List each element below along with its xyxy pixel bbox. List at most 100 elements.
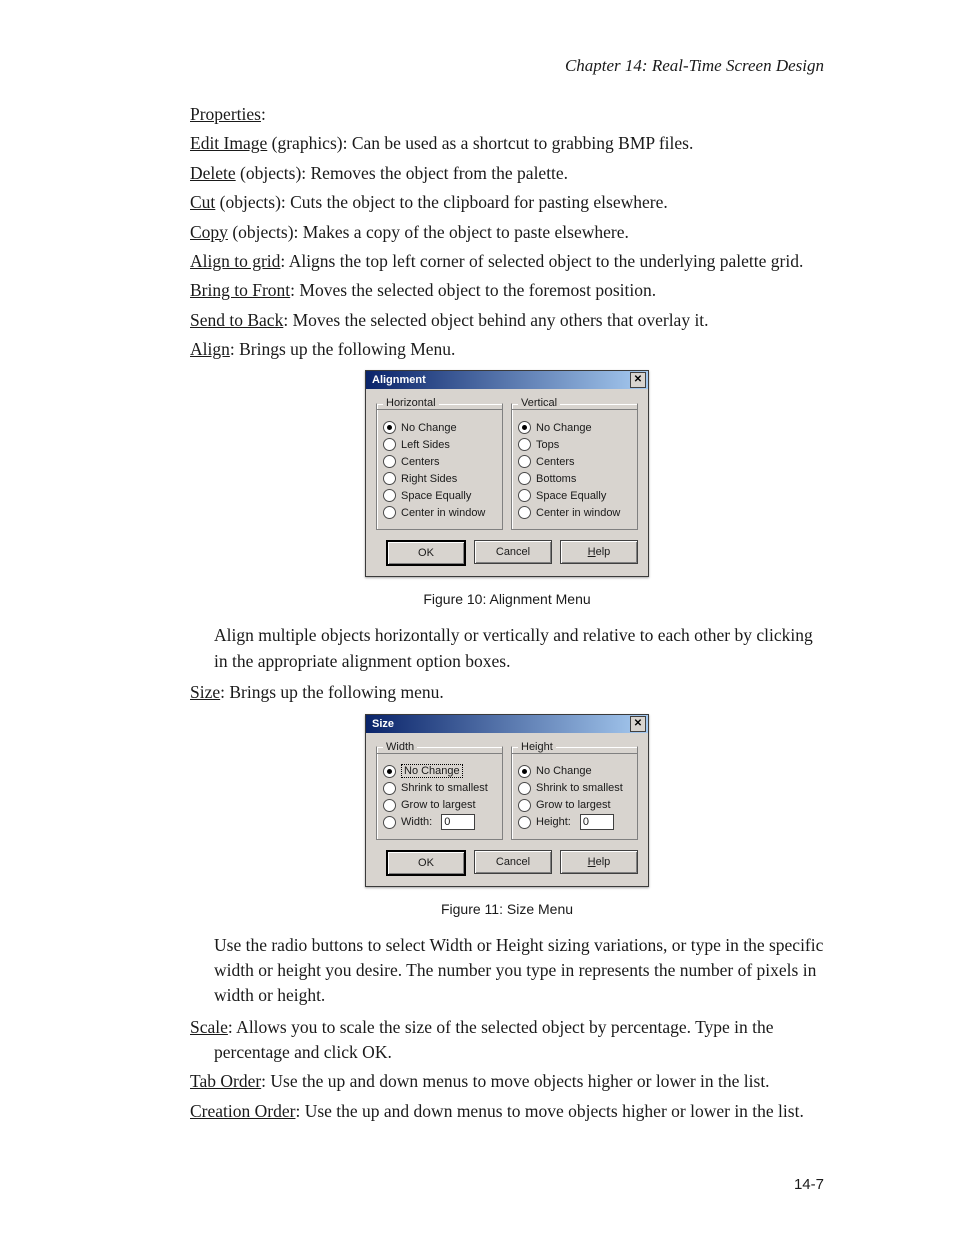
cancel-button[interactable]: Cancel <box>474 540 552 564</box>
definition-text: : Aligns the top left corner of selected… <box>280 251 803 271</box>
radio-option[interactable]: Center in window <box>383 504 496 521</box>
definition-term: Creation Order <box>190 1101 295 1121</box>
definition-text: (objects): Removes the object from the p… <box>236 163 568 183</box>
radio-option[interactable]: No Change <box>383 419 496 436</box>
definition-item: Align: Brings up the following Menu. <box>190 337 824 362</box>
radio-icon[interactable] <box>518 765 531 778</box>
radio-option[interactable]: Space Equally <box>518 487 631 504</box>
definition-text: : Allows you to scale the size of the se… <box>214 1017 774 1062</box>
definition-text: : Moves the selected object behind any o… <box>283 310 708 330</box>
radio-label: Center in window <box>536 507 620 519</box>
radio-option[interactable]: Centers <box>518 453 631 470</box>
definition-term: Align <box>190 339 230 359</box>
definition-item: Copy (objects): Makes a copy of the obje… <box>190 220 824 245</box>
definition-term: Scale <box>190 1017 228 1037</box>
radio-option[interactable]: No Change <box>383 763 496 780</box>
height-value-row[interactable]: Height: 0 <box>518 814 631 831</box>
cancel-button[interactable]: Cancel <box>474 850 552 874</box>
definition-term: Tab Order <box>190 1071 261 1091</box>
radio-label: Left Sides <box>401 439 450 451</box>
radio-icon[interactable] <box>383 799 396 812</box>
radio-label: No Change <box>401 422 457 434</box>
height-input[interactable]: 0 <box>580 814 614 830</box>
radio-option[interactable]: Tops <box>518 436 631 453</box>
radio-label: No Change <box>536 765 592 777</box>
radio-icon[interactable] <box>518 472 531 485</box>
definition-term: Cut <box>190 192 215 212</box>
definition-item: Scale: Allows you to scale the size of t… <box>190 1015 824 1066</box>
width-legend: Width <box>383 741 417 753</box>
definition-item: Cut (objects): Cuts the object to the cl… <box>190 190 824 215</box>
definition-term: Bring to Front <box>190 280 290 300</box>
radio-label: Grow to largest <box>401 799 476 811</box>
radio-option[interactable]: Right Sides <box>383 470 496 487</box>
radio-option[interactable]: No Change <box>518 763 631 780</box>
radio-icon[interactable] <box>518 506 531 519</box>
radio-icon[interactable] <box>383 455 396 468</box>
radio-option[interactable]: Space Equally <box>383 487 496 504</box>
ok-button[interactable]: OK <box>386 540 466 566</box>
figure-10-caption: Figure 10: Alignment Menu <box>190 591 824 607</box>
definition-list-trailing: Scale: Allows you to scale the size of t… <box>190 1015 824 1125</box>
radio-icon[interactable] <box>518 799 531 812</box>
radio-icon[interactable] <box>518 782 531 795</box>
definition-text: (objects): Cuts the object to the clipbo… <box>215 192 667 212</box>
horizontal-group: Horizontal No ChangeLeft SidesCentersRig… <box>376 397 503 530</box>
radio-option[interactable]: Shrink to smallest <box>518 780 631 797</box>
width-value-row[interactable]: Width: 0 <box>383 814 496 831</box>
definition-term: Copy <box>190 222 228 242</box>
radio-label: Space Equally <box>401 490 471 502</box>
radio-icon[interactable] <box>383 472 396 485</box>
definition-item: Tab Order: Use the up and down menus to … <box>190 1069 824 1094</box>
radio-option[interactable]: Left Sides <box>383 436 496 453</box>
radio-label: Bottoms <box>536 473 576 485</box>
definition-item: Creation Order: Use the up and down menu… <box>190 1099 824 1124</box>
vertical-group: Vertical No ChangeTops Centers Bottoms Spac… <box>511 397 638 530</box>
radio-option[interactable]: Grow to largest <box>383 797 496 814</box>
width-label: Width: <box>401 816 432 828</box>
radio-icon[interactable] <box>383 782 396 795</box>
definition-term: Delete <box>190 163 236 183</box>
ok-button[interactable]: OK <box>386 850 466 876</box>
radio-label: Centers <box>536 456 575 468</box>
radio-icon[interactable] <box>383 506 396 519</box>
radio-option[interactable]: Grow to largest <box>518 797 631 814</box>
definition-text: : Use the up and down menus to move obje… <box>295 1101 803 1121</box>
alignment-title: Alignment <box>372 374 426 386</box>
definition-term: Properties <box>190 104 261 124</box>
definition-item: Send to Back: Moves the selected object … <box>190 308 824 333</box>
height-legend: Height <box>518 741 556 753</box>
definition-text: : Brings up the following Menu. <box>230 339 456 359</box>
radio-icon[interactable] <box>518 455 531 468</box>
radio-label: Space Equally <box>536 490 606 502</box>
chapter-header: Chapter 14: Real-Time Screen Design <box>190 56 824 76</box>
definition-item: Align to grid: Aligns the top left corne… <box>190 249 824 274</box>
radio-icon[interactable] <box>518 816 531 829</box>
help-button[interactable]: Help <box>560 850 638 874</box>
radio-icon[interactable] <box>518 421 531 434</box>
radio-option[interactable]: Shrink to smallest <box>383 780 496 797</box>
radio-icon[interactable] <box>383 421 396 434</box>
radio-option[interactable]: No Change <box>518 419 631 436</box>
height-group: Height No Change Shrink to smallestGrow t… <box>511 741 638 840</box>
radio-icon[interactable] <box>518 489 531 502</box>
definition-term: Send to Back <box>190 310 283 330</box>
radio-label: Center in window <box>401 507 485 519</box>
radio-option[interactable]: Centers <box>383 453 496 470</box>
radio-option[interactable]: Center in window <box>518 504 631 521</box>
definition-term: Align to grid <box>190 251 280 271</box>
definition-text: : Moves the selected object to the forem… <box>290 280 656 300</box>
help-button[interactable]: Help <box>560 540 638 564</box>
close-icon[interactable]: ✕ <box>630 372 646 388</box>
radio-icon[interactable] <box>518 438 531 451</box>
radio-option[interactable]: Bottoms <box>518 470 631 487</box>
radio-label: No Change <box>401 764 463 778</box>
width-input[interactable]: 0 <box>441 814 475 830</box>
close-icon[interactable]: ✕ <box>630 716 646 732</box>
radio-icon[interactable] <box>383 489 396 502</box>
vertical-legend: Vertical <box>518 397 560 409</box>
radio-icon[interactable] <box>383 816 396 829</box>
size-dialog: Size ✕ Width No ChangeShrink to smallest… <box>365 714 649 887</box>
radio-icon[interactable] <box>383 438 396 451</box>
radio-icon[interactable] <box>383 765 396 778</box>
